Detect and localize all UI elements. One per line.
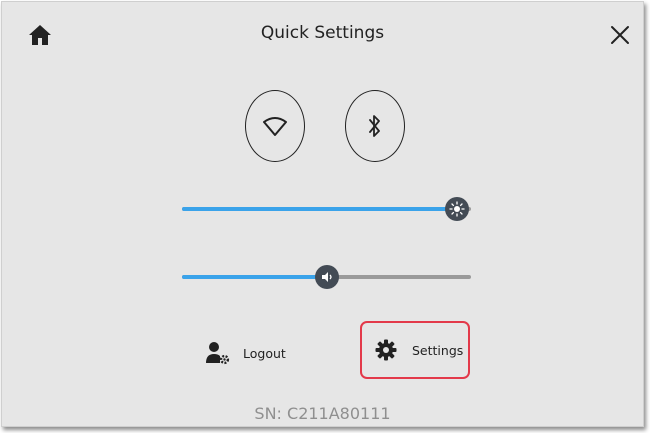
close-icon xyxy=(611,26,629,44)
volume-slider-thumb[interactable] xyxy=(314,265,339,289)
wifi-icon xyxy=(263,117,287,136)
settings-button[interactable]: Settings xyxy=(360,321,470,379)
volume-slider-fill xyxy=(182,275,327,279)
user-gear-icon xyxy=(206,342,230,365)
gear-icon xyxy=(375,339,397,361)
volume-slider[interactable] xyxy=(182,265,471,289)
bluetooth-icon xyxy=(369,115,380,137)
logout-button[interactable]: Logout xyxy=(205,340,286,366)
logout-label: Logout xyxy=(243,345,286,361)
brightness-slider-fill xyxy=(182,207,457,211)
brightness-icon xyxy=(448,201,465,217)
brightness-slider[interactable] xyxy=(182,197,471,221)
volume-icon xyxy=(321,272,332,282)
page-title: Quick Settings xyxy=(260,23,385,43)
brightness-slider-thumb[interactable] xyxy=(444,197,469,221)
wifi-toggle-button[interactable] xyxy=(245,90,305,162)
close-button[interactable] xyxy=(608,23,632,47)
bluetooth-toggle-button[interactable] xyxy=(345,90,405,162)
quick-settings-panel: Quick Settings Logout Settings SN: C211A… xyxy=(1,1,644,427)
serial-number: SN: C211A80111 xyxy=(254,404,391,423)
settings-label: Settings xyxy=(412,342,464,358)
